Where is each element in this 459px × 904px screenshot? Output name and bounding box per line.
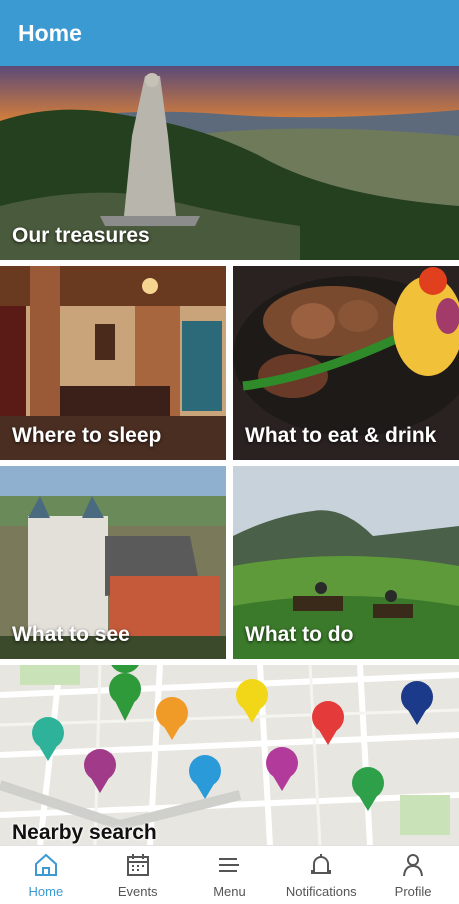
tile-label: What to do [245,623,354,646]
nav-label: Profile [394,884,432,899]
nav-label: Home [28,884,64,899]
tile-what-to-see[interactable]: What to see [0,466,226,659]
tile-label: What to eat & drink [245,424,437,447]
map-image [0,665,459,845]
tile-where-to-sleep[interactable]: Where to sleep [0,266,226,460]
home-icon [34,853,57,876]
calendar-icon [126,854,149,876]
nav-label: Menu [213,884,246,899]
nav-item-events[interactable]: Events [92,846,184,904]
person-icon [403,854,424,877]
tile-our-treasures[interactable]: Our treasures [0,66,459,260]
bell-icon [311,854,332,874]
menu-icon [219,858,240,872]
tile-label: What to see [12,623,130,646]
nav-item-menu[interactable]: Menu [184,846,276,904]
nav-label: Notifications [285,884,357,899]
page-title: Home [18,20,82,46]
nav-label: Events [117,884,158,899]
nav-item-profile[interactable]: Profile [367,846,459,904]
tile-label: Our treasures [12,224,150,247]
tile-label: Where to sleep [12,424,162,447]
bottom-nav: Home Events Menu Notifications Profile [0,845,459,904]
nav-item-home[interactable]: Home [0,846,92,904]
tile-what-to-do[interactable]: What to do [233,466,459,659]
nav-item-notifications[interactable]: Notifications [275,846,367,904]
tile-nearby-search[interactable]: Nearby search [0,665,459,845]
tile-what-to-eat-drink[interactable]: What to eat & drink [233,266,459,460]
app-bar: Home [0,0,459,66]
tile-label: Nearby search [12,821,157,844]
